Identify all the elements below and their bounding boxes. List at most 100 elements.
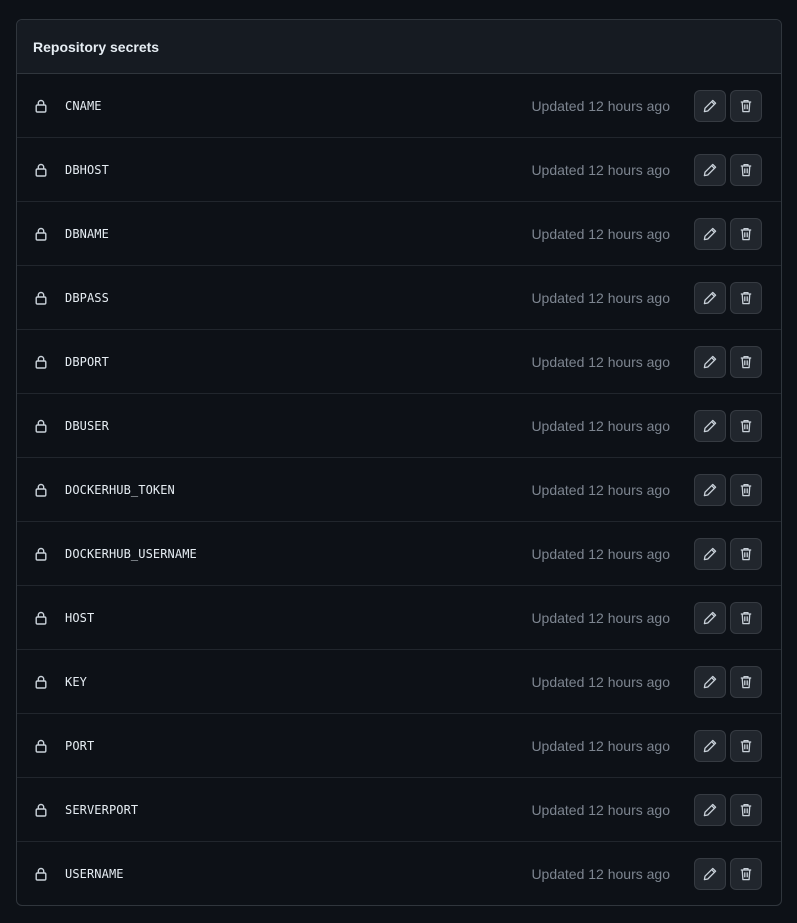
lock-icon	[33, 802, 49, 818]
delete-secret-button[interactable]	[730, 729, 762, 762]
secret-name: DBNAME	[65, 226, 109, 241]
secret-name: HOST	[65, 610, 95, 625]
secret-list: CNAME Updated 12 hours ago DBHOST Update…	[17, 74, 781, 905]
secret-name: USERNAME	[65, 867, 124, 881]
secret-name: DBPORT	[65, 354, 109, 369]
updated-timestamp: Updated 12 hours ago	[531, 417, 670, 434]
updated-timestamp: Updated 12 hours ago	[531, 225, 670, 242]
delete-secret-button[interactable]	[730, 858, 762, 890]
secret-name: DOCKERHUB_TOKEN	[65, 482, 175, 497]
updated-timestamp: Updated 12 hours ago	[531, 801, 670, 818]
pencil-icon	[702, 354, 718, 370]
pencil-icon	[702, 802, 718, 818]
edit-secret-button[interactable]	[694, 281, 726, 314]
trash-icon	[738, 98, 754, 114]
trash-icon	[738, 866, 754, 882]
delete-secret-button[interactable]	[730, 281, 762, 314]
edit-secret-button[interactable]	[694, 153, 726, 186]
updated-timestamp: Updated 12 hours ago	[531, 609, 670, 626]
secret-name: SERVERPORT	[65, 802, 139, 817]
pencil-icon	[702, 98, 718, 114]
pencil-icon	[702, 674, 718, 690]
secret-row: DOCKERHUB_USERNAME Updated 12 hours ago	[17, 522, 781, 586]
secret-name: DOCKERHUB_USERNAME	[65, 546, 197, 561]
trash-icon	[738, 482, 754, 498]
updated-timestamp: Updated 12 hours ago	[531, 289, 670, 306]
lock-icon	[33, 98, 49, 114]
edit-secret-button[interactable]	[694, 601, 726, 634]
secret-row: PORT Updated 12 hours ago	[17, 714, 781, 778]
pencil-icon	[702, 162, 718, 178]
secret-row: CNAME Updated 12 hours ago	[17, 74, 781, 138]
delete-secret-button[interactable]	[730, 601, 762, 634]
updated-timestamp: Updated 12 hours ago	[531, 97, 670, 114]
edit-secret-button[interactable]	[694, 537, 726, 570]
pencil-icon	[702, 482, 718, 498]
lock-icon	[33, 738, 49, 754]
pencil-icon	[702, 418, 718, 434]
updated-timestamp: Updated 12 hours ago	[531, 481, 670, 498]
updated-timestamp: Updated 12 hours ago	[531, 866, 670, 882]
updated-timestamp: Updated 12 hours ago	[531, 545, 670, 562]
delete-secret-button[interactable]	[730, 409, 762, 442]
trash-icon	[738, 738, 754, 754]
secret-name: DBUSER	[65, 418, 109, 433]
delete-secret-button[interactable]	[730, 89, 762, 122]
secret-name: PORT	[65, 738, 95, 753]
edit-secret-button[interactable]	[694, 345, 726, 378]
secret-name: CNAME	[65, 98, 102, 113]
pencil-icon	[702, 866, 718, 882]
secret-row: DBUSER Updated 12 hours ago	[17, 394, 781, 458]
delete-secret-button[interactable]	[730, 217, 762, 250]
secret-row: DBHOST Updated 12 hours ago	[17, 138, 781, 202]
secret-name: DBPASS	[65, 290, 109, 305]
secret-row: DBPASS Updated 12 hours ago	[17, 266, 781, 330]
updated-timestamp: Updated 12 hours ago	[531, 737, 670, 754]
edit-secret-button[interactable]	[694, 729, 726, 762]
edit-secret-button[interactable]	[694, 409, 726, 442]
lock-icon	[33, 354, 49, 370]
pencil-icon	[702, 226, 718, 242]
delete-secret-button[interactable]	[730, 345, 762, 378]
trash-icon	[738, 354, 754, 370]
pencil-icon	[702, 546, 718, 562]
pencil-icon	[702, 290, 718, 306]
delete-secret-button[interactable]	[730, 473, 762, 506]
lock-icon	[33, 866, 49, 882]
lock-icon	[33, 290, 49, 306]
trash-icon	[738, 674, 754, 690]
edit-secret-button[interactable]	[694, 89, 726, 122]
delete-secret-button[interactable]	[730, 153, 762, 186]
lock-icon	[33, 482, 49, 498]
trash-icon	[738, 226, 754, 242]
lock-icon	[33, 226, 49, 242]
edit-secret-button[interactable]	[694, 793, 726, 826]
secret-row: KEY Updated 12 hours ago	[17, 650, 781, 714]
secret-row: DBPORT Updated 12 hours ago	[17, 330, 781, 394]
trash-icon	[738, 802, 754, 818]
updated-timestamp: Updated 12 hours ago	[531, 353, 670, 370]
pencil-icon	[702, 738, 718, 754]
edit-secret-button[interactable]	[694, 217, 726, 250]
secret-row: HOST Updated 12 hours ago	[17, 586, 781, 650]
lock-icon	[33, 418, 49, 434]
edit-secret-button[interactable]	[694, 858, 726, 890]
panel-title: Repository secrets	[33, 38, 160, 55]
trash-icon	[738, 162, 754, 178]
repository-secrets-panel: Repository secrets CNAME Updated 12 hour…	[16, 19, 782, 906]
updated-timestamp: Updated 12 hours ago	[531, 161, 670, 178]
delete-secret-button[interactable]	[730, 793, 762, 826]
lock-icon	[33, 674, 49, 690]
lock-icon	[33, 610, 49, 626]
edit-secret-button[interactable]	[694, 473, 726, 506]
delete-secret-button[interactable]	[730, 537, 762, 570]
lock-icon	[33, 162, 49, 178]
secret-name: KEY	[65, 674, 87, 689]
delete-secret-button[interactable]	[730, 665, 762, 698]
secret-row: DBNAME Updated 12 hours ago	[17, 202, 781, 266]
trash-icon	[738, 418, 754, 434]
edit-secret-button[interactable]	[694, 665, 726, 698]
trash-icon	[738, 546, 754, 562]
updated-timestamp: Updated 12 hours ago	[531, 673, 670, 690]
panel-header: Repository secrets	[17, 20, 781, 74]
